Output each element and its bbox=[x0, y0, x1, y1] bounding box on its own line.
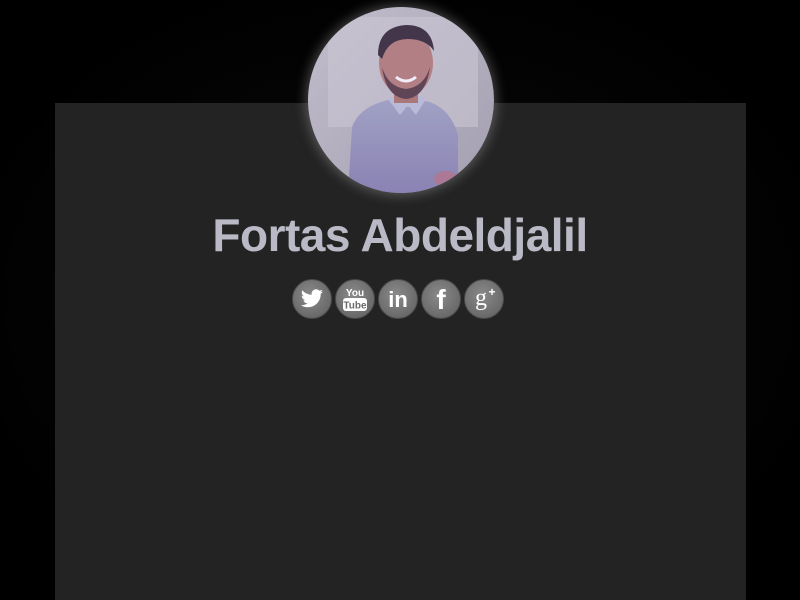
google-plus-sup: + bbox=[488, 285, 495, 299]
youtube-label-top: You bbox=[346, 288, 364, 299]
page: Fortas Abdeldjalil You Tube in f g + bbox=[0, 0, 800, 600]
linkedin-icon: in bbox=[388, 287, 408, 312]
facebook-icon: f bbox=[436, 285, 446, 313]
profile-name: Fortas Abdeldjalil bbox=[212, 209, 588, 261]
google-plus-button[interactable]: g + bbox=[464, 279, 504, 319]
facebook-button[interactable]: f bbox=[421, 279, 461, 319]
twitter-button[interactable] bbox=[292, 279, 332, 319]
profile-photo bbox=[308, 7, 494, 193]
youtube-label-bottom: Tube bbox=[343, 301, 367, 312]
youtube-icon: You Tube bbox=[343, 288, 367, 312]
youtube-button[interactable]: You Tube bbox=[335, 279, 375, 319]
linkedin-button[interactable]: in bbox=[378, 279, 418, 319]
linkedin-label: in bbox=[388, 287, 408, 312]
social-links: You Tube in f g + bbox=[292, 279, 512, 321]
avatar[interactable] bbox=[308, 7, 494, 193]
twitter-icon bbox=[301, 289, 323, 308]
google-label: g bbox=[475, 285, 487, 311]
facebook-label: f bbox=[436, 285, 446, 313]
google-plus-icon: g + bbox=[475, 285, 496, 311]
